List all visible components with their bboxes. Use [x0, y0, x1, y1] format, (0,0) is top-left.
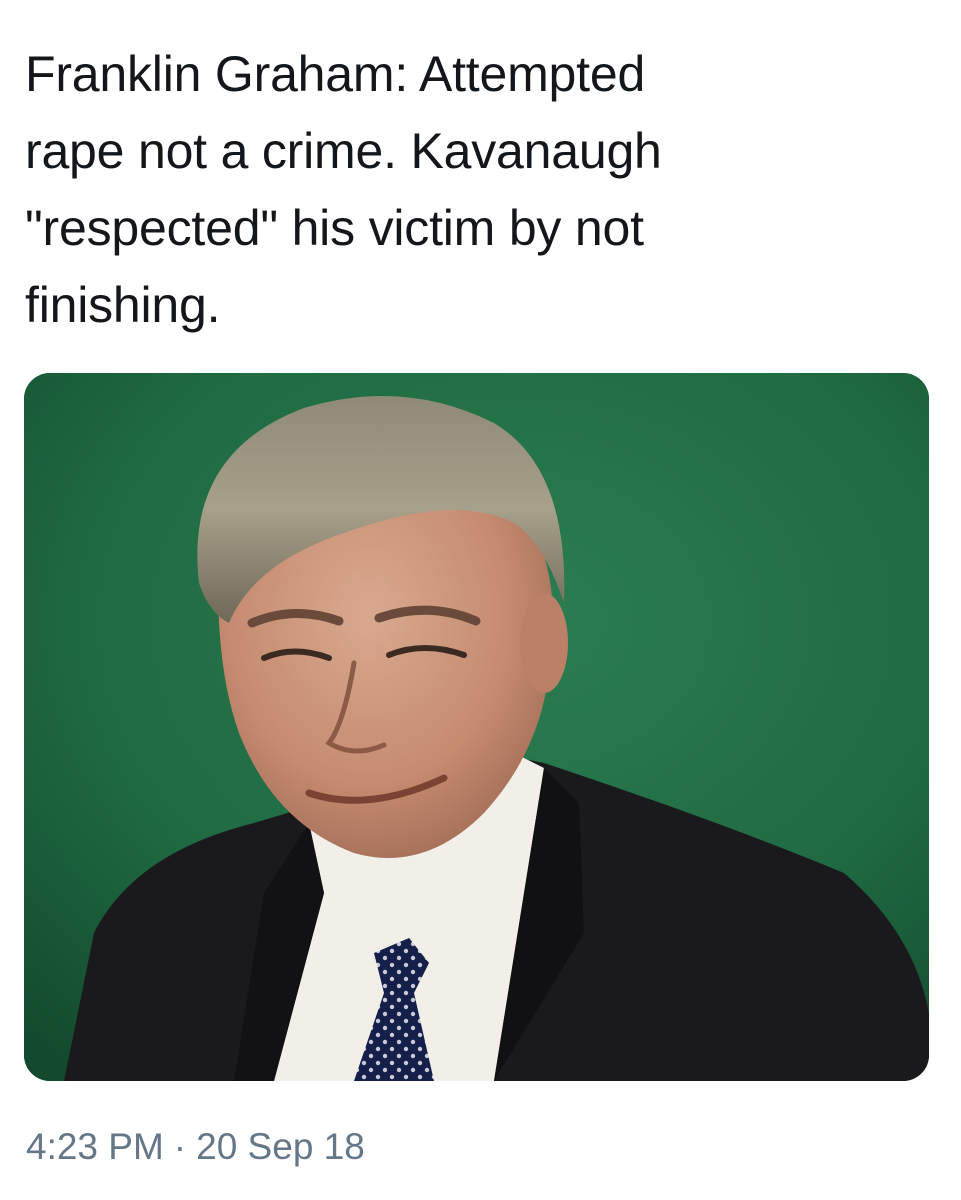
tweet-text: Franklin Graham: Attempted rape not a cr… [25, 46, 662, 333]
tweet-card: Franklin Graham: Attempted rape not a cr… [0, 0, 961, 1200]
portrait-photo-icon [24, 373, 929, 1081]
tweet-timestamp[interactable]: 4:23 PM · 20 Sep 18 [26, 1123, 365, 1171]
tweet-media-photo[interactable] [24, 373, 929, 1081]
timestamp-separator: · [173, 1126, 187, 1167]
tweet-date: 20 Sep 18 [196, 1126, 365, 1167]
tweet-time: 4:23 PM [26, 1126, 164, 1167]
